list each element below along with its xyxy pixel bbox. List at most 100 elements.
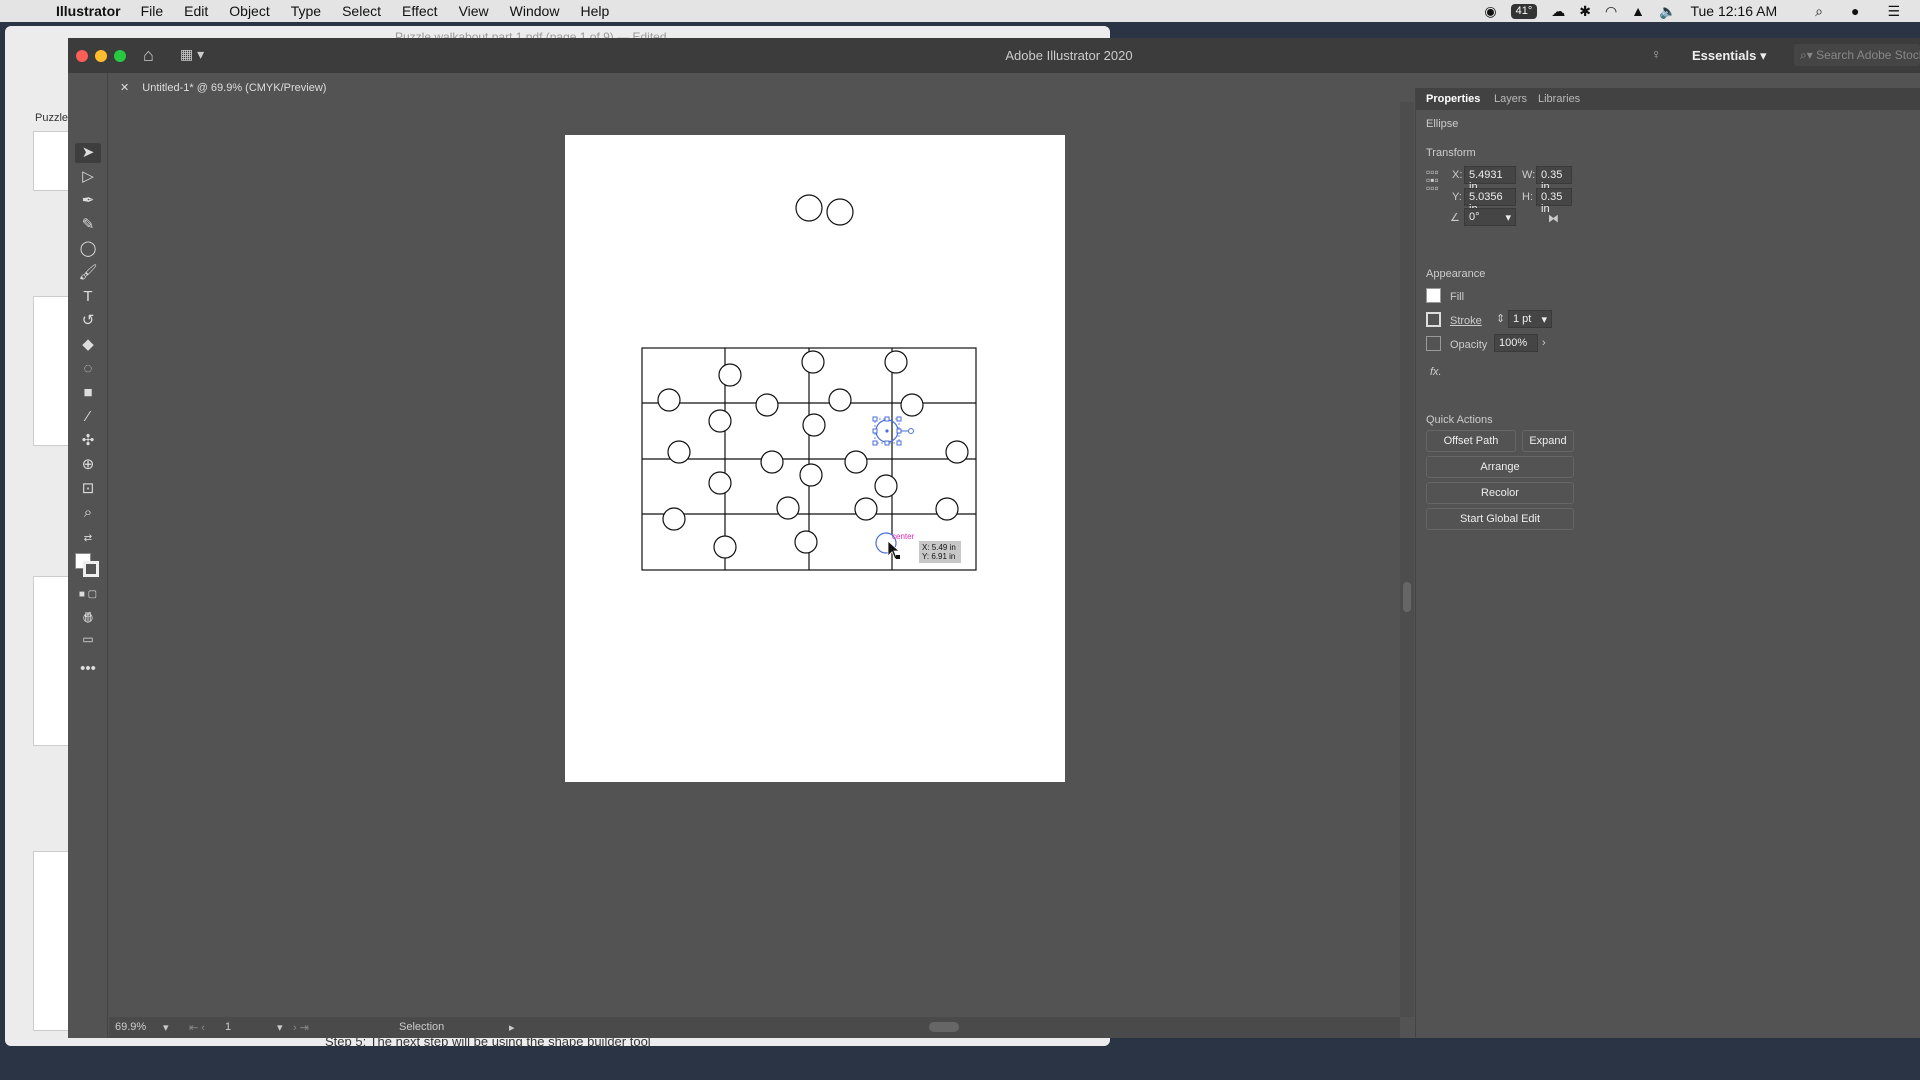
y-position-input[interactable]: 5.0356 in [1464, 188, 1516, 215]
volume-icon[interactable]: 🔈 [1659, 3, 1676, 20]
opacity-input[interactable]: 100% [1494, 334, 1538, 352]
puzzle-knob-circle[interactable] [854, 497, 878, 521]
artboard-nav-first-icon[interactable]: ⇤ ‹ [189, 1021, 205, 1034]
menu-clock[interactable]: Tue 12:16 AM [1690, 3, 1777, 19]
document-tab[interactable]: ✕ Untitled-1* @ 69.9% (CMYK/Preview) [110, 74, 350, 101]
eyedropper-tool-icon[interactable]: ⁄ [75, 407, 101, 427]
puzzle-knob-circle[interactable] [884, 350, 908, 374]
puzzle-knob-circle[interactable] [718, 363, 742, 387]
puzzle-knob-circle[interactable] [776, 496, 800, 520]
gradient-tool-icon[interactable]: ■ [75, 383, 101, 403]
puzzle-knob-circle[interactable] [802, 413, 826, 437]
arrange-button[interactable]: Arrange [1426, 456, 1574, 478]
reference-point-icon[interactable]: ▫▫▫ ▫▪▫ ▫▫▫ [1426, 166, 1439, 194]
effects-fx-button[interactable]: fx. [1430, 366, 1442, 378]
tab-properties[interactable]: Properties [1426, 93, 1480, 105]
discover-bulb-icon[interactable]: ♀ [1651, 46, 1662, 62]
direct-selection-tool-icon[interactable]: ▷ [75, 167, 101, 187]
stroke-weight-stepper-icon[interactable]: ⇕ [1496, 312, 1505, 325]
puzzle-knob-circle[interactable] [799, 463, 823, 487]
artboard[interactable]: center X: 5.49 in Y: 6.91 in [565, 135, 1065, 782]
scrollbar-thumb[interactable] [1403, 582, 1411, 612]
height-input[interactable]: 0.35 in [1536, 188, 1572, 215]
tab-libraries[interactable]: Libraries [1538, 93, 1580, 105]
menu-view[interactable]: View [459, 3, 489, 19]
eraser-tool-icon[interactable]: ◆ [75, 335, 101, 355]
more-tools-icon[interactable]: ••• [75, 659, 101, 679]
puzzle-knob-circle[interactable] [708, 471, 732, 495]
menu-type[interactable]: Type [291, 3, 321, 19]
puzzle-knob-circle[interactable] [662, 507, 686, 531]
puzzle-knob-circle[interactable] [935, 497, 959, 521]
color-mode-icons[interactable]: ■ ▢ ⧄ [75, 585, 101, 620]
width-input[interactable]: 0.35 in [1536, 166, 1572, 193]
type-tool-icon[interactable]: T [75, 287, 101, 307]
selection-tool-icon[interactable]: ➤ [75, 143, 101, 163]
siri-icon[interactable]: ● [1851, 3, 1859, 19]
horizontal-scrollbar-thumb[interactable] [929, 1022, 959, 1032]
menu-select[interactable]: Select [342, 3, 381, 19]
artboard-dropdown-icon[interactable]: ▾ [277, 1021, 283, 1034]
expand-button[interactable]: Expand [1522, 430, 1574, 452]
creative-cloud-icon[interactable]: ☁ [1551, 3, 1565, 20]
offset-path-button[interactable]: Offset Path [1426, 430, 1516, 452]
menu-help[interactable]: Help [580, 3, 609, 19]
fill-color-swatch[interactable] [1426, 288, 1441, 303]
curvature-tool-icon[interactable]: ✎ [75, 215, 101, 235]
notification-center-icon[interactable]: ☰ [1887, 3, 1900, 20]
selected-ellipse[interactable] [872, 416, 914, 446]
draw-mode-icon[interactable]: ◍ [75, 607, 101, 627]
paintbrush-tool-icon[interactable]: 🖌 [75, 263, 101, 283]
artboard-tool-icon[interactable]: ⊡ [75, 479, 101, 499]
menu-object[interactable]: Object [229, 3, 269, 19]
menu-edit[interactable]: Edit [184, 3, 208, 19]
stroke-weight-input[interactable]: 1 pt ▾ [1508, 310, 1552, 328]
workspace-switcher[interactable]: Essentials ▾ [1692, 48, 1766, 64]
adobe-stock-search-input[interactable]: ⌕▾ Search Adobe Stock [1794, 44, 1920, 66]
page-thumbnail[interactable] [33, 576, 73, 746]
artboard-nav-last-icon[interactable]: › ⇥ [293, 1021, 309, 1034]
blend-tool-icon[interactable]: ✣ [75, 431, 101, 451]
puzzle-knob-circle[interactable] [708, 409, 732, 433]
puzzle-knob-circle[interactable] [844, 450, 868, 474]
puzzle-knob-circle[interactable] [945, 440, 969, 464]
vertical-scrollbar[interactable] [1400, 102, 1414, 1017]
record-icon[interactable]: ◉ [1484, 3, 1496, 20]
tab-layers[interactable]: Layers [1494, 93, 1527, 105]
pen-tool-icon[interactable]: ✒ [75, 191, 101, 211]
canvas-area[interactable]: center X: 5.49 in Y: 6.91 in [109, 102, 1400, 1017]
weather-badge[interactable]: 41° [1510, 3, 1538, 19]
puzzle-knob-circle[interactable] [667, 440, 691, 464]
status-menu-arrow-icon[interactable]: ▸ [509, 1021, 515, 1034]
stroke-color-swatch[interactable] [1426, 312, 1441, 327]
zoom-tool-icon[interactable]: ⌕ [75, 503, 101, 523]
background-sidebar-label[interactable]: Puzzle [35, 112, 68, 124]
puzzle-knob-circle[interactable] [874, 474, 898, 498]
ellipse-tool-icon[interactable]: ◯ [75, 239, 101, 259]
opacity-label[interactable]: Opacity [1450, 339, 1487, 351]
stroke-swatch[interactable] [83, 561, 99, 577]
page-thumbnail[interactable] [33, 296, 73, 446]
bluetooth-icon[interactable]: ✱ [1579, 3, 1591, 20]
loose-circle[interactable] [795, 194, 823, 222]
page-thumbnail[interactable] [33, 851, 73, 1031]
x-position-input[interactable]: 5.4931 in [1464, 166, 1516, 193]
puzzle-knob-circle[interactable] [801, 350, 825, 374]
puzzle-knob-circle[interactable] [760, 450, 784, 474]
shape-builder-tool-icon[interactable]: ⊕ [75, 455, 101, 475]
zoom-level-field[interactable]: 69.9% [115, 1021, 146, 1033]
opacity-chevron-icon[interactable]: › [1542, 337, 1546, 349]
artboard-number-field[interactable]: 1 [225, 1021, 231, 1033]
page-thumbnail[interactable] [33, 131, 73, 191]
close-document-icon[interactable]: ✕ [120, 82, 129, 94]
puzzle-knob-circle[interactable] [794, 530, 818, 554]
screen-mode-icon[interactable]: ▭ [75, 629, 101, 649]
loose-circle[interactable] [826, 198, 854, 226]
menu-window[interactable]: Window [510, 3, 560, 19]
menu-app-name[interactable]: Illustrator [56, 3, 121, 19]
puzzle-knob-circle[interactable] [657, 388, 681, 412]
airplay-icon[interactable]: ▲ [1631, 3, 1645, 19]
rotation-angle-input[interactable]: 0° ▾ [1464, 208, 1516, 226]
spotlight-search-icon[interactable]: ⌕ [1815, 3, 1823, 20]
puzzle-knob-circle[interactable] [713, 535, 737, 559]
